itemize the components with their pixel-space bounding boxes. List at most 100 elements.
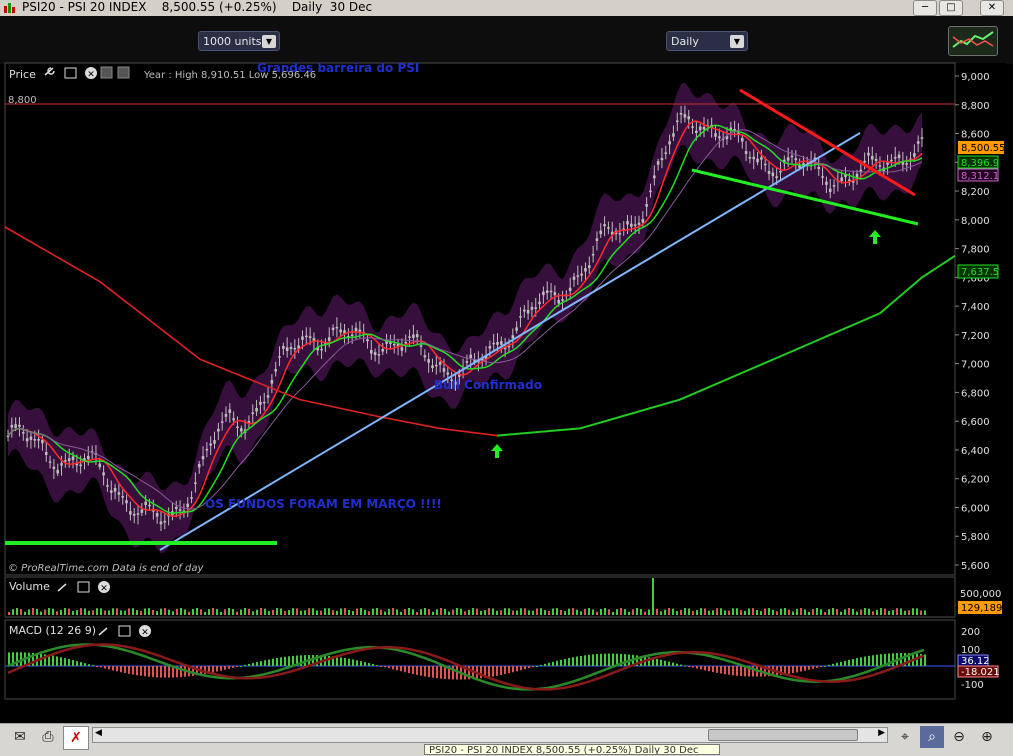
volume-bar [360, 608, 362, 615]
volume-bar [412, 609, 414, 615]
candle-body [404, 341, 408, 344]
volume-bar [924, 610, 926, 615]
macd-hist-bar [500, 666, 502, 675]
volume-bar [48, 608, 50, 615]
scroll-thumb[interactable] [708, 729, 858, 741]
price-tick-label: 6,800 [961, 388, 990, 399]
candle-body [259, 401, 262, 405]
volume-bar [148, 608, 150, 615]
delete-icon[interactable]: ✗ [63, 726, 89, 750]
candle-body [828, 188, 832, 193]
volume-bar [352, 611, 354, 615]
candle-body [109, 490, 113, 493]
volume-bar [808, 611, 810, 615]
macd-hist-bar [872, 655, 874, 666]
macd-hist-bar [560, 659, 562, 666]
volume-bar [908, 610, 910, 615]
candle-body [21, 432, 25, 434]
scroll-right-icon[interactable]: ▶ [878, 728, 885, 738]
candle-body [893, 156, 897, 159]
price-tick-label: 6,000 [961, 503, 990, 514]
macd-hist-bar [856, 658, 858, 666]
down-icon[interactable] [117, 66, 130, 79]
volume-bar [664, 609, 666, 615]
candle-body [228, 409, 232, 413]
macd-hist-bar [700, 666, 702, 670]
volume-bar [528, 610, 530, 615]
zoom-in-icon[interactable]: ⊕ [975, 726, 999, 748]
candle-body [687, 116, 691, 120]
volume-bar [380, 609, 382, 615]
volume-bar [780, 608, 782, 615]
volume-bar [540, 608, 542, 615]
horizontal-scrollbar[interactable]: ◀ ▶ [92, 727, 888, 743]
volume-bar [920, 610, 922, 615]
candle-body [767, 170, 771, 174]
volume-bar [236, 611, 238, 615]
price-tick-label: 7,800 [961, 245, 990, 256]
print-icon[interactable]: ⎙ [36, 726, 60, 748]
candle-body [645, 204, 648, 207]
macd-hist-bar [564, 658, 566, 666]
volume-bar [32, 608, 34, 615]
candle-body [790, 155, 794, 158]
candle-body [274, 369, 277, 372]
candle-body [920, 137, 924, 139]
candle-body [545, 290, 549, 293]
macd-hist-bar [436, 666, 438, 679]
candle-body [56, 469, 60, 474]
volume-bar [732, 608, 734, 615]
volume-bar [564, 611, 566, 615]
cursor-icon[interactable]: ⌖ [893, 726, 917, 748]
volume-bar [116, 608, 118, 615]
zoom-select-icon[interactable]: ⌕ [920, 726, 944, 748]
candle-body [905, 163, 909, 165]
volume-bar [180, 608, 182, 615]
macd-tick-label: 100 [961, 645, 980, 656]
volume-bar [324, 608, 326, 615]
candle-body [519, 316, 522, 318]
volume-bar [120, 610, 122, 615]
volume-bar [768, 608, 770, 615]
price-tick-label: 5,800 [961, 532, 990, 543]
volume-bar [904, 610, 906, 615]
macd-hist-bar [708, 666, 710, 672]
up-icon[interactable] [100, 66, 113, 79]
macd-value2: -18.021 [961, 667, 1000, 678]
macd-hist-bar [848, 659, 850, 666]
macd-hist-bar [728, 666, 730, 675]
volume-bar [92, 610, 94, 615]
macd-hist-bar [244, 664, 246, 666]
volume-bar [276, 608, 278, 615]
macd-hist-bar [676, 663, 678, 666]
volume-bar [868, 608, 870, 615]
candle-body [236, 426, 239, 429]
macd-hist-bar [224, 666, 226, 670]
macd-hist-bar [96, 666, 98, 667]
macd-hist-bar [828, 664, 830, 666]
macd-hist-bar [400, 666, 402, 672]
scroll-left-icon[interactable]: ◀ [95, 728, 102, 738]
candle-body [224, 414, 228, 417]
annotation-bull: Bull Confirmado [434, 378, 542, 392]
macd-hist-bar [248, 663, 250, 666]
volume-bar [512, 610, 514, 615]
volume-bar [676, 611, 678, 615]
mail-icon[interactable]: ✉ [8, 726, 32, 748]
zoom-out-icon[interactable]: ⊖ [947, 726, 971, 748]
volume-bar [832, 608, 834, 615]
macd-hist-bar [668, 661, 670, 666]
volume-bar [672, 608, 674, 615]
volume-bar [204, 611, 206, 615]
candle-body [102, 472, 105, 476]
candle-body [435, 364, 438, 367]
candle-body [431, 365, 434, 369]
volume-bar [604, 608, 606, 615]
volume-bar [432, 611, 434, 615]
volume-bar [112, 608, 114, 615]
volume-bar [392, 608, 394, 615]
candle-body [595, 238, 599, 241]
ma-purple-value: 8,312.1 [961, 171, 999, 182]
volume-bar [572, 608, 574, 615]
candle-body [576, 275, 580, 277]
